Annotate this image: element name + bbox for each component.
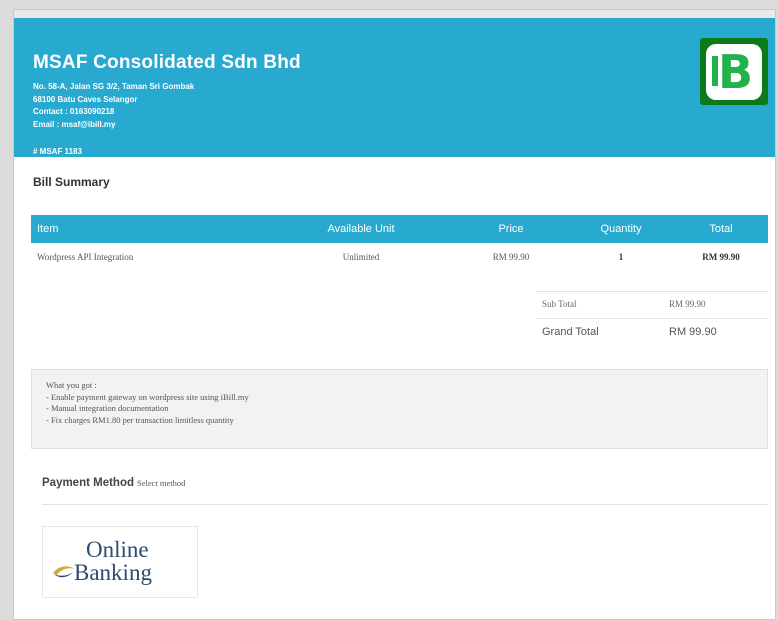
payment-method-label: Payment Method	[42, 477, 135, 489]
col-available-unit: Available Unit	[327, 223, 395, 235]
row-available-unit: Unlimited	[342, 252, 380, 262]
subtotal-row: Sub Total RM 99.90	[536, 291, 768, 318]
col-item: Item	[37, 223, 59, 235]
what-you-got-box: What you got : - Enable payment gateway …	[31, 369, 768, 449]
col-quantity: Quantity	[600, 223, 642, 235]
row-total: RM 99.90	[702, 252, 740, 262]
list-item: - Enable payment gateway on wordpress si…	[46, 391, 249, 402]
bill-number: # MSAF 1183	[33, 147, 82, 156]
divider	[42, 504, 768, 505]
payment-method-title: Payment Method Select method	[42, 477, 185, 489]
address-line-1: No. 58-A, Jalan SG 3/2, Taman Sri Gombak	[33, 82, 195, 91]
logo-letter: B	[718, 44, 754, 99]
bill-page: MSAF Consolidated Sdn Bhd No. 58-A, Jala…	[13, 9, 776, 620]
row-price: RM 99.90	[492, 252, 530, 262]
subtotal-value: RM 99.90	[669, 299, 706, 309]
online-banking-line-2: Banking	[74, 560, 152, 585]
grand-total-value: RM 99.90	[669, 326, 717, 338]
grand-total-row: Grand Total RM 99.90	[536, 318, 768, 345]
table-header: Item Available Unit Price Quantity Total	[31, 215, 768, 243]
bill-summary-title: Bill Summary	[33, 175, 110, 189]
list-item: - Fix charges RM1.80 per transaction lim…	[46, 414, 234, 425]
list-item: - Manual integration documentation	[46, 403, 169, 413]
payment-method-subtitle: Select method	[137, 478, 186, 488]
totals-block: Sub Total RM 99.90 Grand Total RM 99.90	[536, 291, 768, 345]
col-total: Total	[709, 223, 733, 235]
contact-email: Email : msaf@ibill.my	[33, 119, 116, 129]
col-price: Price	[498, 223, 524, 235]
grand-total-label: Grand Total	[542, 326, 599, 338]
ibill-logo-mark: B	[706, 43, 762, 100]
invoice-header: MSAF Consolidated Sdn Bhd No. 58-A, Jala…	[14, 10, 775, 157]
company-details: No. 58-A, Jalan SG 3/2, Taman Sri Gombak…	[33, 81, 194, 131]
online-banking-option[interactable]: Online Banking	[42, 526, 198, 598]
row-quantity: 1	[618, 252, 624, 262]
what-you-got-heading: What you got :	[46, 380, 97, 390]
row-item: Wordpress API Integration	[37, 252, 134, 262]
table-row: Wordpress API Integration Unlimited RM 9…	[31, 247, 768, 269]
contact-number: Contact : 0163090218	[33, 107, 115, 116]
company-name: MSAF Consolidated Sdn Bhd	[33, 52, 301, 73]
ibill-logo-icon: B	[700, 38, 768, 105]
subtotal-label: Sub Total	[542, 299, 577, 309]
address-line-2: 68100 Batu Caves Selangor	[33, 94, 138, 104]
